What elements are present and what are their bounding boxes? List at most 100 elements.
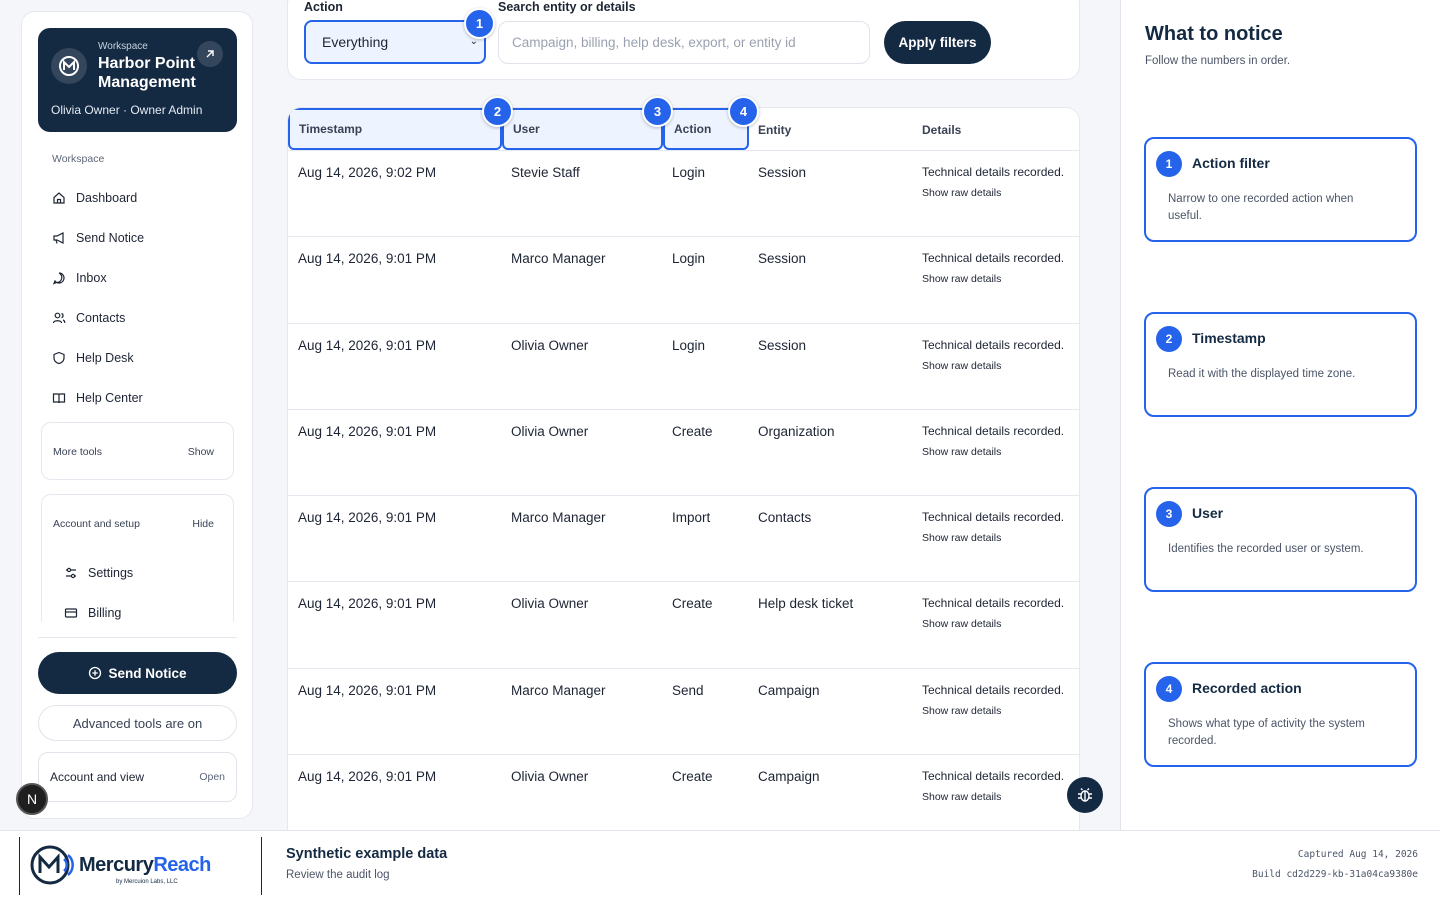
more-tools-header[interactable]: More tools Show (42, 423, 233, 481)
advanced-tools-toggle[interactable]: Advanced tools are on (38, 705, 237, 741)
cell-timestamp: Aug 14, 2026, 9:01 PM (298, 423, 437, 439)
sidebar-item-billing[interactable]: Billing (42, 593, 233, 622)
tip-title: Recorded action (1192, 680, 1302, 696)
sidebar-item-inbox[interactable]: Inbox (52, 258, 144, 298)
plus-circle-icon (89, 666, 102, 680)
card-icon (64, 608, 78, 618)
cell-user: Marco Manager (511, 510, 606, 526)
sidebar-item-label: Inbox (76, 271, 107, 285)
book-icon (52, 393, 66, 404)
current-user-line: Olivia Owner · Owner Admin (51, 103, 203, 117)
cell-user: Olivia Owner (511, 337, 589, 353)
cell-user: Stevie Staff (511, 165, 580, 180)
guide-tip-3: 3 User Identifies the recorded user or s… (1144, 487, 1417, 592)
tip-number: 3 (1156, 501, 1182, 527)
show-raw-details-link[interactable]: Show raw details (922, 532, 1001, 544)
show-raw-details-link[interactable]: Show raw details (922, 791, 1001, 803)
sidebar-item-dashboard[interactable]: Dashboard (52, 178, 144, 218)
column-header-details[interactable]: Details (913, 108, 1073, 151)
cell-timestamp: Aug 14, 2026, 9:01 PM (298, 510, 437, 526)
marker-2: 2 (482, 96, 513, 127)
table-row: Aug 14, 2026, 9:01 PM Olivia Owner Login… (288, 324, 1079, 410)
column-header-user[interactable]: User (502, 108, 663, 150)
audit-log-table: Timestamp User Action Entity Details Aug… (287, 107, 1080, 847)
tip-description: Identifies the recorded user or system. (1168, 543, 1364, 555)
bug-report-button[interactable] (1067, 777, 1103, 813)
cell-entity: Help desk ticket (758, 596, 854, 612)
table-row: Aug 14, 2026, 9:01 PM Marco Manager Impo… (288, 496, 1079, 583)
brand-byline: by Mercuion Labs, LLC (116, 879, 178, 885)
cell-user: Olivia Owner (511, 769, 589, 785)
cell-details: Technical details recorded. (922, 251, 1065, 266)
cell-details: Technical details recorded. (922, 596, 1065, 611)
cell-details: Technical details recorded. (922, 510, 1065, 525)
workspace-card[interactable]: Workspace Harbor Point Management Olivia… (38, 28, 237, 132)
cell-entity: Campaign (758, 682, 820, 698)
cell-entity: Session (758, 165, 807, 180)
brand-name: MercuryReach (79, 854, 211, 877)
sidebar-item-label: Billing (88, 606, 122, 620)
users-icon (52, 312, 66, 324)
account-view-open[interactable]: Open (199, 771, 225, 783)
tip-description: Narrow to one recorded action when usefu… (1168, 193, 1354, 222)
send-notice-button[interactable]: Send Notice (38, 652, 237, 694)
cell-action: Create (672, 423, 713, 439)
account-view-box[interactable]: Account and view Open (38, 752, 237, 802)
workspace-name: Harbor Point Management (98, 55, 196, 91)
cell-details: Technical details recorded. (922, 769, 1065, 784)
tip-number: 2 (1156, 326, 1182, 352)
cell-timestamp: Aug 14, 2026, 9:01 PM (298, 337, 437, 353)
show-raw-details-link[interactable]: Show raw details (922, 187, 1001, 199)
tip-description: Shows what type of activity the system r… (1168, 718, 1365, 747)
home-icon (53, 192, 65, 204)
build-id: Build cd2d229-kb-31a04ca9380e (1252, 869, 1418, 880)
cell-timestamp: Aug 14, 2026, 9:01 PM (298, 769, 437, 785)
more-tools-box: More tools Show (41, 422, 234, 480)
apply-filters-button[interactable]: Apply filters (884, 21, 991, 64)
tip-title: User (1192, 505, 1224, 521)
cell-entity: Campaign (758, 769, 820, 785)
action-filter-value: Everything (322, 34, 389, 50)
account-view-label: Account and view (50, 770, 145, 784)
shield-icon (53, 351, 65, 365)
show-raw-details-link[interactable]: Show raw details (922, 273, 1001, 285)
cell-action: Create (672, 596, 713, 612)
cell-action: Import (672, 510, 711, 526)
show-raw-details-link[interactable]: Show raw details (922, 705, 1001, 717)
tip-number: 1 (1156, 151, 1182, 177)
column-header-entity[interactable]: Entity (749, 108, 909, 151)
dev-badge[interactable]: N (16, 783, 48, 815)
tip-number: 4 (1156, 676, 1182, 702)
show-raw-details-link[interactable]: Show raw details (922, 446, 1001, 458)
account-setup-header[interactable]: Account and setup Hide (42, 495, 233, 553)
column-header-timestamp[interactable]: Timestamp (288, 108, 502, 150)
search-input[interactable] (498, 21, 870, 64)
cell-entity: Session (758, 251, 807, 267)
cell-entity: Session (758, 337, 807, 353)
cell-details: Technical details recorded. (922, 337, 1065, 352)
guide-tip-4: 4 Recorded action Shows what type of act… (1144, 662, 1417, 767)
action-filter-select[interactable]: Everything ⌄ (304, 20, 486, 64)
cell-details: Technical details recorded. (922, 423, 1065, 438)
marker-1: 1 (464, 8, 495, 39)
sidebar-item-help-desk[interactable]: Help Desk (52, 338, 144, 378)
search-label: Search entity or details (498, 0, 636, 14)
marker-4: 4 (728, 96, 759, 127)
open-external-icon[interactable] (197, 41, 223, 67)
cell-user: Marco Manager (511, 682, 606, 698)
sidebar-item-settings[interactable]: Settings (42, 553, 233, 593)
more-tools-toggle[interactable]: Show (188, 446, 214, 458)
show-raw-details-link[interactable]: Show raw details (922, 618, 1001, 630)
account-setup-label: Account and setup (53, 518, 140, 530)
cell-action: Login (672, 251, 706, 267)
account-setup-toggle[interactable]: Hide (192, 518, 214, 530)
sidebar-item-help-center[interactable]: Help Center (52, 378, 144, 418)
sidebar-item-label: Settings (88, 566, 134, 580)
bug-icon (1078, 788, 1092, 802)
sidebar-item-label: Dashboard (76, 191, 138, 205)
cell-user: Olivia Owner (511, 596, 589, 612)
sidebar-item-contacts[interactable]: Contacts (52, 298, 144, 338)
sidebar-item-send-notice[interactable]: Send Notice (52, 218, 144, 258)
cell-timestamp: Aug 14, 2026, 9:01 PM (298, 596, 437, 612)
show-raw-details-link[interactable]: Show raw details (922, 360, 1001, 372)
